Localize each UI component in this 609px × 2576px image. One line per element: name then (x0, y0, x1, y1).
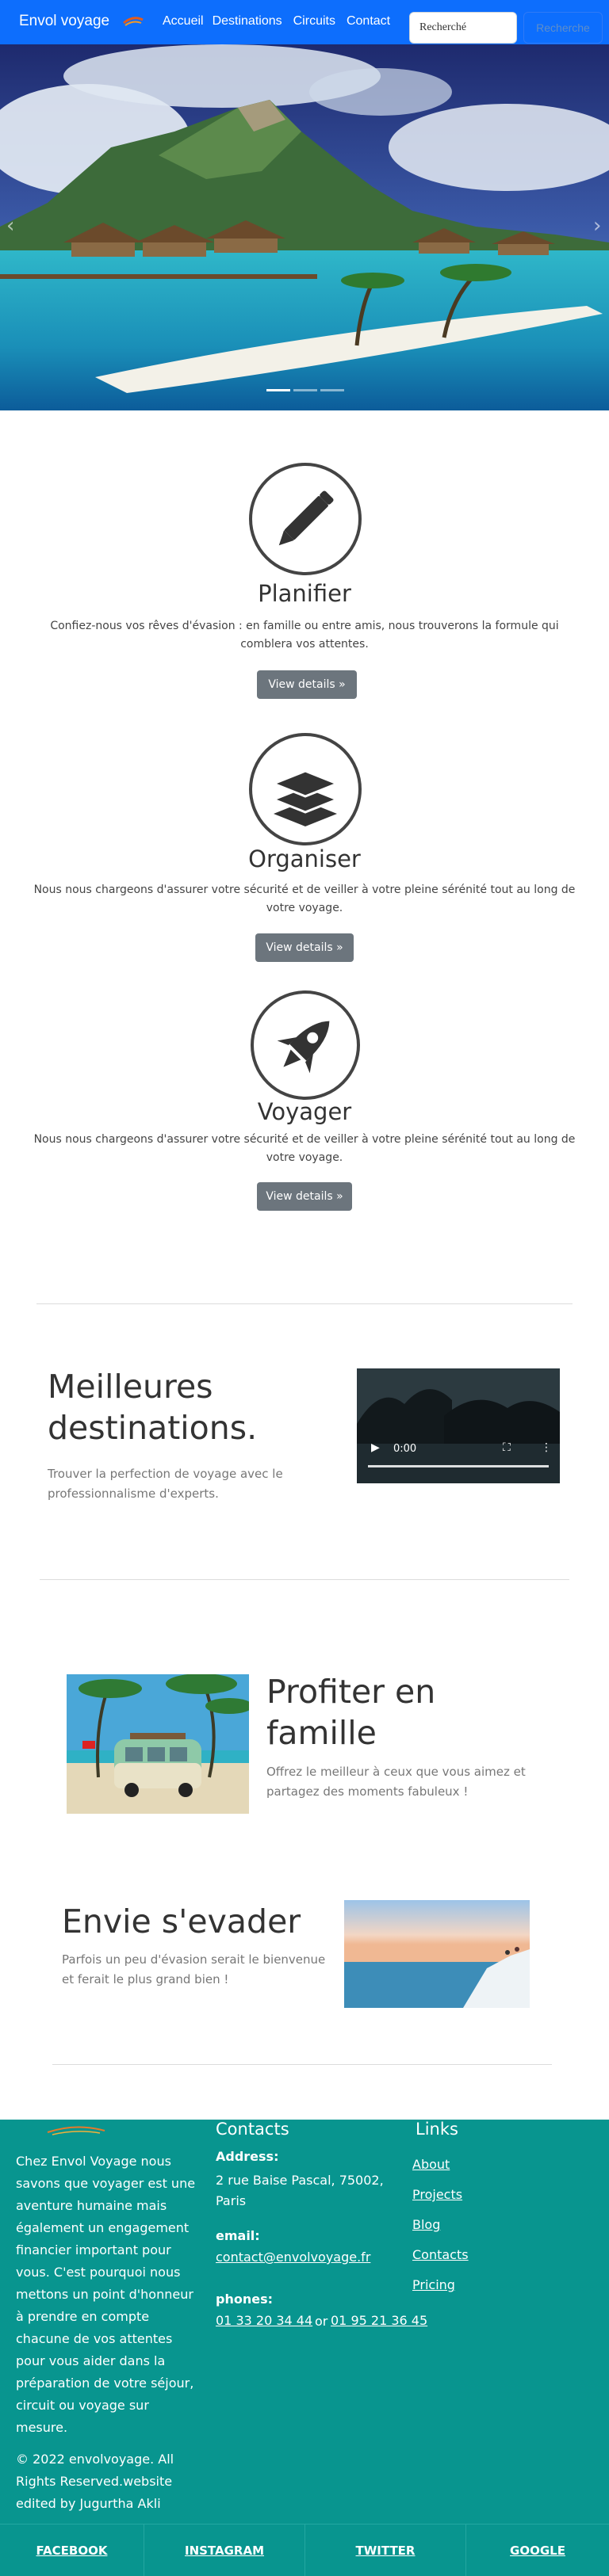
featurette-title: Envie s'evader (62, 1902, 301, 1941)
nav-link-contact[interactable]: Contact (347, 14, 390, 29)
featurette-text: Parfois un peu d'évasion serait le bienv… (62, 1952, 326, 1986)
divider (40, 1579, 569, 1580)
view-details-button[interactable]: View details » (257, 670, 357, 699)
social-google[interactable]: GOOGLE (466, 2524, 609, 2576)
family-image (67, 1674, 249, 1814)
navbar: Envol voyage Accueil Destinations Circui… (0, 0, 609, 44)
footer-link-about[interactable]: About (412, 2157, 450, 2172)
footer-link-pricing[interactable]: Pricing (412, 2277, 455, 2292)
carousel-indicator-3[interactable] (320, 389, 344, 391)
social-twitter[interactable]: TWITTER (305, 2524, 466, 2576)
view-details-button[interactable]: View details » (257, 1182, 352, 1211)
search-input[interactable] (409, 12, 517, 44)
feature-description: Nous nous chargeons d'assurer votre sécu… (33, 1133, 576, 1164)
view-details-button[interactable]: View details » (255, 933, 354, 962)
google-label[interactable]: GOOGLE (510, 2544, 565, 2558)
fullscreen-icon[interactable]: ⛶ (503, 1441, 511, 1454)
footer-logo-icon (47, 2126, 105, 2135)
feature-description: Confiez-nous vos rêves d'évasion : en fa… (50, 620, 559, 651)
email-link[interactable]: contact@envolvoyage.fr (216, 2250, 370, 2265)
divider (36, 1303, 573, 1304)
phones-label: phones: (216, 2292, 273, 2307)
links-heading: Links (416, 2120, 458, 2139)
social-facebook[interactable]: FACEBOOK (0, 2524, 144, 2576)
instagram-label[interactable]: INSTAGRAM (185, 2544, 264, 2558)
nav-link-accueil[interactable]: Accueil (163, 14, 204, 29)
address-label: Address: (216, 2149, 279, 2164)
featurette-text: Trouver la perfection de voyage avec le … (48, 1467, 283, 1501)
nav-link-circuits[interactable]: Circuits (293, 14, 335, 29)
featurette-title: Profiter en famille (266, 1673, 436, 1752)
nav-links: Accueil Destinations Circuits Contact (163, 14, 390, 29)
sea-sunset-image (344, 1900, 530, 2008)
footer-about-text: Chez Envol Voyage nous savons que voyage… (16, 2154, 196, 2435)
footer: Chez Envol Voyage nous savons que voyage… (0, 2120, 609, 2576)
video-time: 0:00 (393, 1443, 417, 1455)
footer-copyright: © 2022 envolvoyage. All Rights Reserved.… (16, 2452, 174, 2511)
featurette-text: Offrez le meilleur à ceux que vous aimez… (266, 1765, 526, 1799)
brand-name[interactable]: Envol voyage (19, 13, 109, 30)
facebook-label[interactable]: FACEBOOK (36, 2544, 108, 2558)
featurette-title: Meilleures destinations. (48, 1368, 258, 1447)
divider (52, 2064, 552, 2065)
footer-link-projects[interactable]: Projects (412, 2187, 462, 2202)
footer-link-blog[interactable]: Blog (412, 2217, 440, 2232)
address-text: 2 rue Baise Pascal, 75002, Paris (216, 2173, 384, 2208)
feature-title-voyager: Voyager (257, 1098, 352, 1125)
feature-description: Nous nous chargeons d'assurer votre sécu… (33, 883, 576, 914)
pen-icon (249, 463, 362, 575)
hero-carousel[interactable] (0, 44, 609, 410)
carousel-next-icon[interactable]: › (593, 214, 601, 238)
video-progress-bar[interactable] (368, 1465, 549, 1467)
brand-logo-icon[interactable] (122, 15, 144, 28)
carousel-prev-icon[interactable]: ‹ (6, 214, 14, 238)
play-icon[interactable]: ▶ (371, 1441, 380, 1454)
nav-link-destinations[interactable]: Destinations (213, 14, 282, 29)
carousel-indicator-2[interactable] (293, 389, 317, 391)
layers-icon (249, 733, 362, 845)
twitter-label[interactable]: TWITTER (356, 2544, 416, 2558)
search-button[interactable]: Recherche (523, 12, 603, 44)
email-label: email: (216, 2228, 260, 2243)
footer-link-contacts[interactable]: Contacts (412, 2247, 469, 2262)
carousel-indicator-1[interactable] (266, 389, 290, 391)
destination-video[interactable]: ▶ 0:00 ⛶ ⋮ (357, 1368, 560, 1483)
phone-link-1[interactable]: 01 33 20 34 44 (216, 2313, 312, 2328)
rocket-icon (251, 990, 360, 1100)
contacts-heading: Contacts (216, 2120, 289, 2139)
feature-title-planifier: Planifier (258, 580, 351, 607)
phone-link-2[interactable]: 01 95 21 36 45 (331, 2313, 427, 2328)
brand[interactable]: Envol voyage (19, 13, 144, 30)
hero-image (0, 44, 609, 410)
more-options-icon[interactable]: ⋮ (541, 1441, 552, 1454)
social-links: FACEBOOK INSTAGRAM TWITTER GOOGLE (0, 2524, 609, 2576)
phone-separator: or (315, 2314, 328, 2329)
social-instagram[interactable]: INSTAGRAM (144, 2524, 305, 2576)
feature-title-organiser: Organiser (248, 845, 361, 872)
